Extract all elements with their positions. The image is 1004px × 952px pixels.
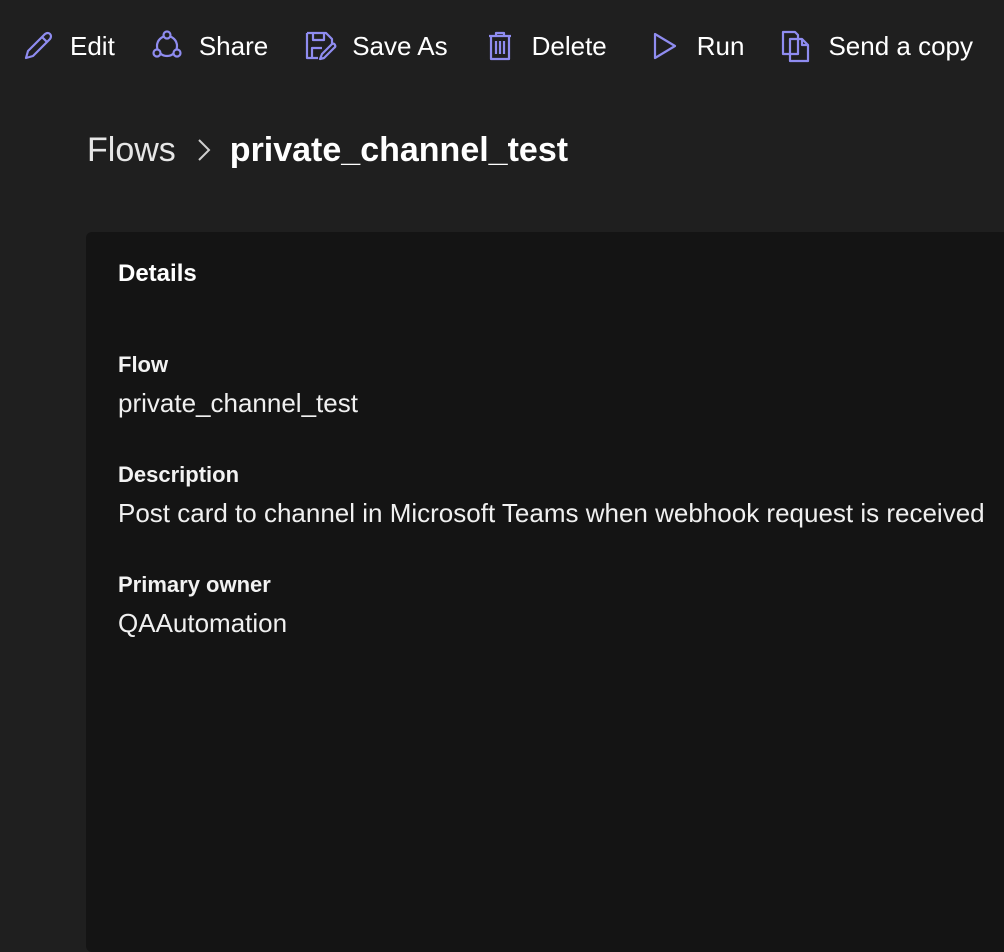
save-as-label: Save As — [352, 30, 448, 61]
description-field: Description Post card to channel in Micr… — [118, 462, 985, 529]
run-label: Run — [696, 30, 745, 61]
details-card: Details Flow private_channel_test Descri… — [86, 232, 1004, 952]
send-a-copy-button[interactable]: Send a copy — [778, 24, 973, 68]
command-bar: Edit Share Save As Delete Run Send a cop… — [0, 0, 1004, 92]
chevron-right-icon — [196, 137, 212, 163]
trash-icon — [482, 28, 532, 64]
save-as-button[interactable]: Save As — [302, 24, 448, 68]
edit-button[interactable]: Edit — [20, 24, 115, 68]
details-heading: Details — [118, 260, 197, 287]
flow-label: Flow — [118, 352, 169, 377]
description-label: Description — [118, 462, 240, 487]
save-as-icon — [302, 28, 352, 64]
share-label: Share — [198, 30, 269, 61]
breadcrumb-flows-link[interactable]: Flows — [87, 131, 176, 170]
flow-value: private_channel_test — [118, 388, 358, 418]
pencil-icon — [20, 28, 70, 64]
page-title: private_channel_test — [229, 130, 569, 169]
send-a-copy-label: Send a copy — [828, 30, 974, 61]
run-button[interactable]: Run — [641, 24, 745, 68]
edit-label: Edit — [70, 30, 115, 61]
play-icon — [641, 31, 697, 61]
description-value: Post card to channel in Microsoft Teams … — [118, 498, 985, 528]
copy-document-icon — [778, 28, 828, 64]
share-button[interactable]: Share — [149, 24, 268, 68]
delete-button[interactable]: Delete — [482, 24, 607, 68]
primary-owner-value: QAAutomation — [118, 608, 288, 638]
breadcrumb: Flows private_channel_test — [87, 124, 568, 176]
primary-owner-field: Primary owner QAAutomation — [118, 572, 287, 639]
primary-owner-label: Primary owner — [118, 572, 271, 597]
delete-label: Delete — [531, 30, 607, 61]
share-icon — [149, 28, 199, 64]
flow-field: Flow private_channel_test — [118, 352, 358, 419]
